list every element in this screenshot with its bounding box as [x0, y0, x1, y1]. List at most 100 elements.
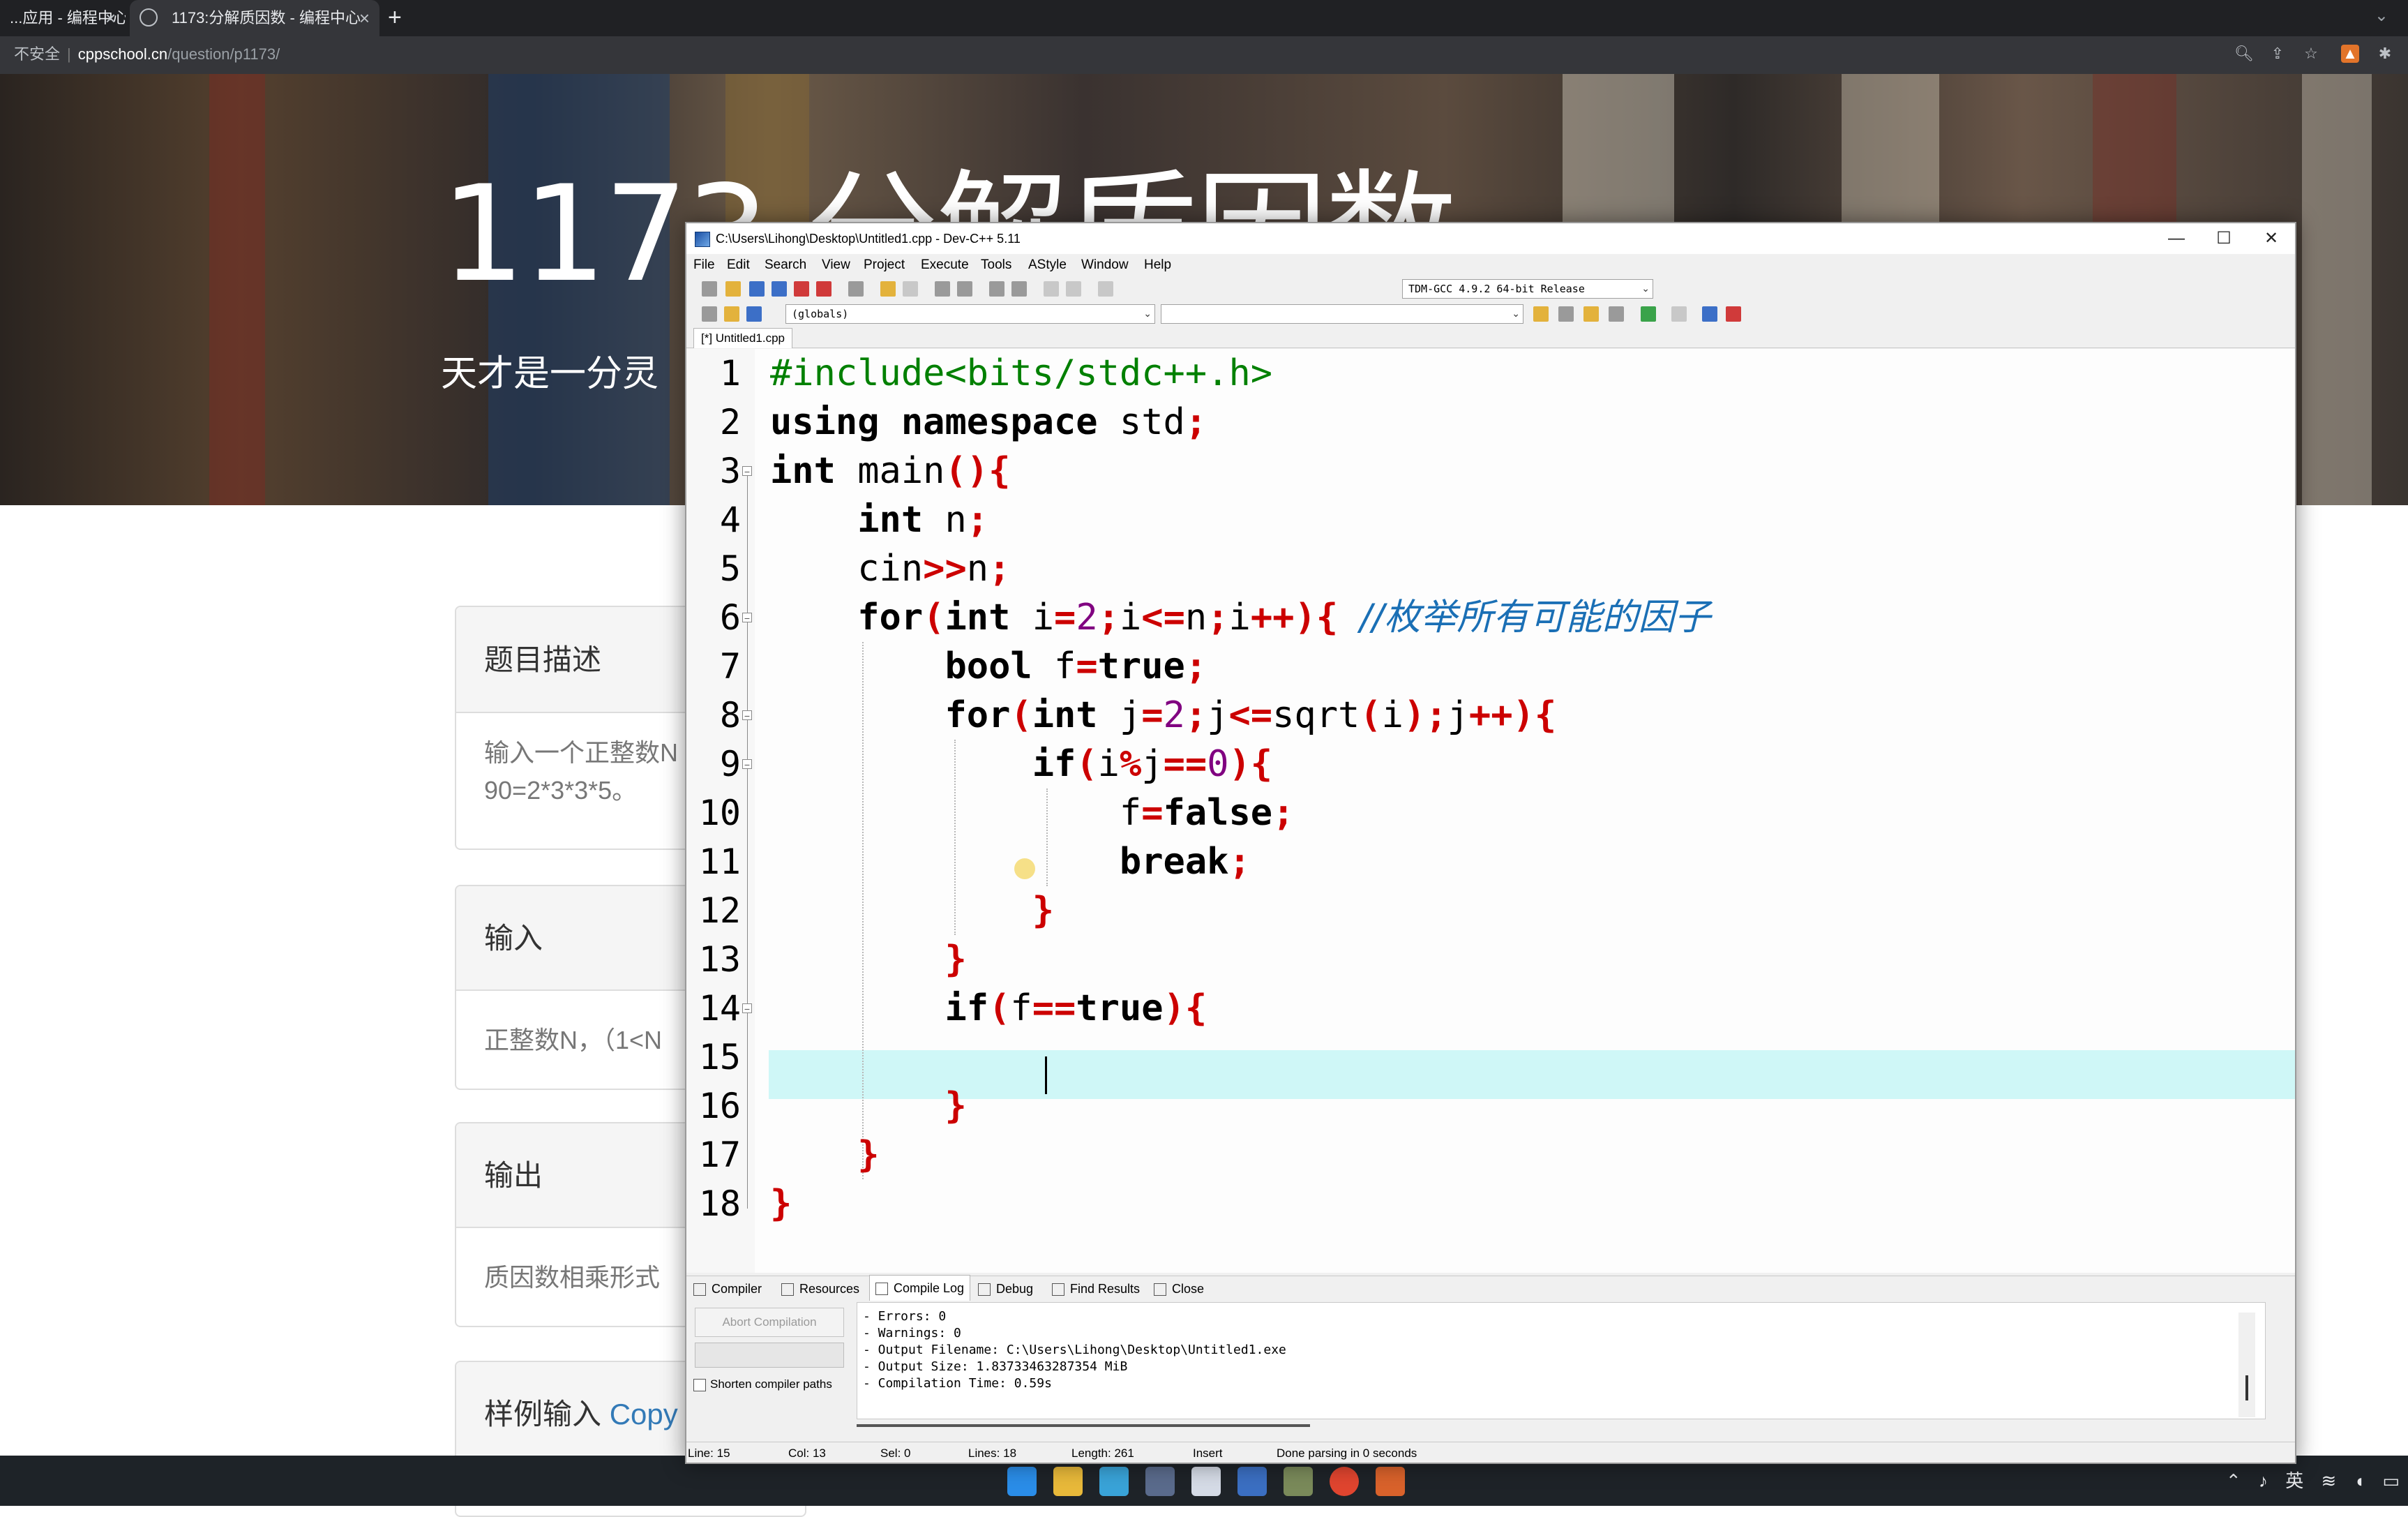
compile-run-icon[interactable]	[1583, 306, 1599, 322]
app-icon[interactable]	[1145, 1467, 1175, 1496]
unindent-icon[interactable]	[1044, 281, 1059, 297]
replace-icon[interactable]	[957, 281, 972, 297]
close-icon[interactable]: ×	[105, 0, 116, 36]
minimize-button[interactable]: —	[2153, 223, 2200, 254]
tab-debug[interactable]: Debug	[978, 1276, 1033, 1301]
scroll-thumb[interactable]	[2245, 1375, 2248, 1400]
shorten-paths-option[interactable]: Shorten compiler paths	[693, 1370, 832, 1398]
code-token: std	[1097, 401, 1185, 443]
menu-execute[interactable]: Execute	[921, 254, 969, 276]
browser-tab-2[interactable]: 1173:分解质因数 - 编程中心 ×	[130, 0, 379, 36]
debug-icon[interactable]	[1726, 306, 1741, 322]
tab-resources[interactable]: Resources	[781, 1276, 859, 1301]
compiler-select[interactable]: TDM-GCC 4.9.2 64-bit Release ⌄	[1402, 279, 1653, 299]
menu-search[interactable]: Search	[765, 254, 806, 276]
chrome-icon[interactable]	[1330, 1467, 1359, 1496]
menu-help[interactable]: Help	[1144, 254, 1171, 276]
wifi-icon[interactable]: ≋	[2321, 1470, 2336, 1491]
new-file-icon[interactable]	[702, 281, 717, 297]
microphone-icon[interactable]: ♪	[2259, 1470, 2268, 1491]
scope-select[interactable]: (globals) ⌄	[785, 304, 1155, 324]
tab-close[interactable]: Close	[1154, 1276, 1204, 1301]
save-icon[interactable]	[749, 281, 765, 297]
rebuild-icon[interactable]	[1609, 306, 1624, 322]
copy-link[interactable]: Copy	[610, 1398, 678, 1430]
file-explorer-icon[interactable]	[1053, 1467, 1083, 1496]
speaker-icon[interactable]: ◖	[2354, 1470, 2365, 1491]
code-editor[interactable]: 1 2 3 4 5 6 7 8 9 10 11 12 13 14 15 16 1…	[686, 349, 2295, 1273]
new-tab-button[interactable]: +	[388, 0, 402, 35]
menu-window[interactable]: Window	[1081, 254, 1129, 276]
url-field[interactable]: 不安全 | cppschool.cn/question/p1173/	[0, 40, 2302, 68]
share-icon[interactable]: ⇪	[2267, 43, 2288, 64]
windows-start-icon[interactable]	[1007, 1467, 1037, 1496]
stop-execution-icon[interactable]	[1671, 306, 1687, 322]
chevron-down-icon[interactable]: ⌄	[2375, 0, 2388, 32]
close-all-icon[interactable]	[816, 281, 831, 297]
app-icon[interactable]	[1376, 1467, 1405, 1496]
save-all-icon[interactable]	[772, 281, 787, 297]
status-col-label: Col:	[788, 1447, 810, 1460]
url-host: cppschool.cn	[77, 45, 168, 63]
battery-icon[interactable]: ▭	[2382, 1470, 2400, 1491]
log-vertical-scrollbar[interactable]	[2238, 1313, 2255, 1417]
menu-astyle[interactable]: AStyle	[1028, 254, 1067, 276]
menu-edit[interactable]: Edit	[727, 254, 750, 276]
undo-icon[interactable]	[880, 281, 896, 297]
shorten-paths-checkbox[interactable]	[693, 1378, 706, 1391]
scroll-thumb[interactable]	[857, 1424, 1310, 1427]
extension-fox-icon[interactable]: ▲	[2341, 45, 2359, 63]
tab-find-results[interactable]: Find Results	[1052, 1276, 1140, 1301]
fold-toggle[interactable]: −	[742, 710, 752, 721]
zoom-icon[interactable]: 🔍︎	[2234, 43, 2255, 64]
menu-view[interactable]: View	[822, 254, 850, 276]
menu-tools[interactable]: Tools	[981, 254, 1011, 276]
class-browser-icon[interactable]	[702, 306, 717, 322]
app-icon[interactable]	[1099, 1467, 1129, 1496]
tab-compile-log[interactable]: Compile Log	[869, 1275, 971, 1302]
devcpp-taskbar-icon[interactable]	[1237, 1467, 1267, 1496]
find-icon[interactable]	[935, 281, 950, 297]
indent-icon[interactable]	[1066, 281, 1081, 297]
log-horizontal-scrollbar[interactable]	[857, 1421, 2008, 1430]
window-titlebar[interactable]: C:\Users\Lihong\Desktop\Untitled1.cpp - …	[686, 223, 2295, 254]
compile-icon[interactable]	[1533, 306, 1549, 322]
tab-resources-label: Resources	[799, 1282, 860, 1296]
function-select[interactable]: ⌄	[1161, 304, 1523, 324]
close-file-icon[interactable]	[794, 281, 809, 297]
toggle-comment-icon[interactable]	[1098, 281, 1113, 297]
ime-indicator[interactable]: 英	[2285, 1470, 2303, 1491]
project-options-icon[interactable]	[746, 306, 762, 322]
fold-toggle[interactable]: −	[742, 466, 752, 477]
print-icon[interactable]	[848, 281, 864, 297]
abort-compilation-button[interactable]: Abort Compilation	[695, 1308, 844, 1337]
redo-icon[interactable]	[903, 281, 918, 297]
browser-tab-1[interactable]: ...应用 - 编程中心 ×	[0, 0, 126, 36]
bookmark-icon[interactable]	[1011, 281, 1027, 297]
app-icon[interactable]	[1284, 1467, 1313, 1496]
chevron-up-icon[interactable]: ⌃	[2226, 1470, 2241, 1491]
code-line-13: }	[770, 935, 966, 984]
code-token: ;	[966, 499, 989, 541]
compile-log-output[interactable]: - Errors: 0 - Warnings: 0 - Output Filen…	[857, 1302, 2266, 1419]
close-button[interactable]: ✕	[2248, 223, 2295, 254]
goto-line-icon[interactable]	[989, 281, 1004, 297]
menu-file[interactable]: File	[693, 254, 715, 276]
close-icon[interactable]: ×	[359, 0, 370, 36]
profile-icon[interactable]	[1702, 306, 1717, 322]
syntax-check-icon[interactable]	[1641, 306, 1656, 322]
bookmark-star-icon[interactable]: ☆	[2301, 43, 2322, 64]
fold-toggle[interactable]: −	[742, 1003, 752, 1014]
file-tab-untitled1[interactable]: [*] Untitled1.cpp	[693, 328, 793, 348]
fold-toggle[interactable]: −	[742, 613, 752, 623]
open-icon[interactable]	[725, 281, 741, 297]
open-project-icon[interactable]	[724, 306, 739, 322]
tab-compiler[interactable]: Compiler	[693, 1276, 762, 1301]
menu-project[interactable]: Project	[864, 254, 905, 276]
puzzle-icon[interactable]: ✱	[2375, 43, 2395, 64]
code-token: f	[1119, 792, 1142, 834]
maximize-button[interactable]: ☐	[2200, 223, 2248, 254]
app-icon[interactable]	[1191, 1467, 1221, 1496]
run-icon[interactable]	[1558, 306, 1574, 322]
fold-toggle[interactable]: −	[742, 759, 752, 770]
